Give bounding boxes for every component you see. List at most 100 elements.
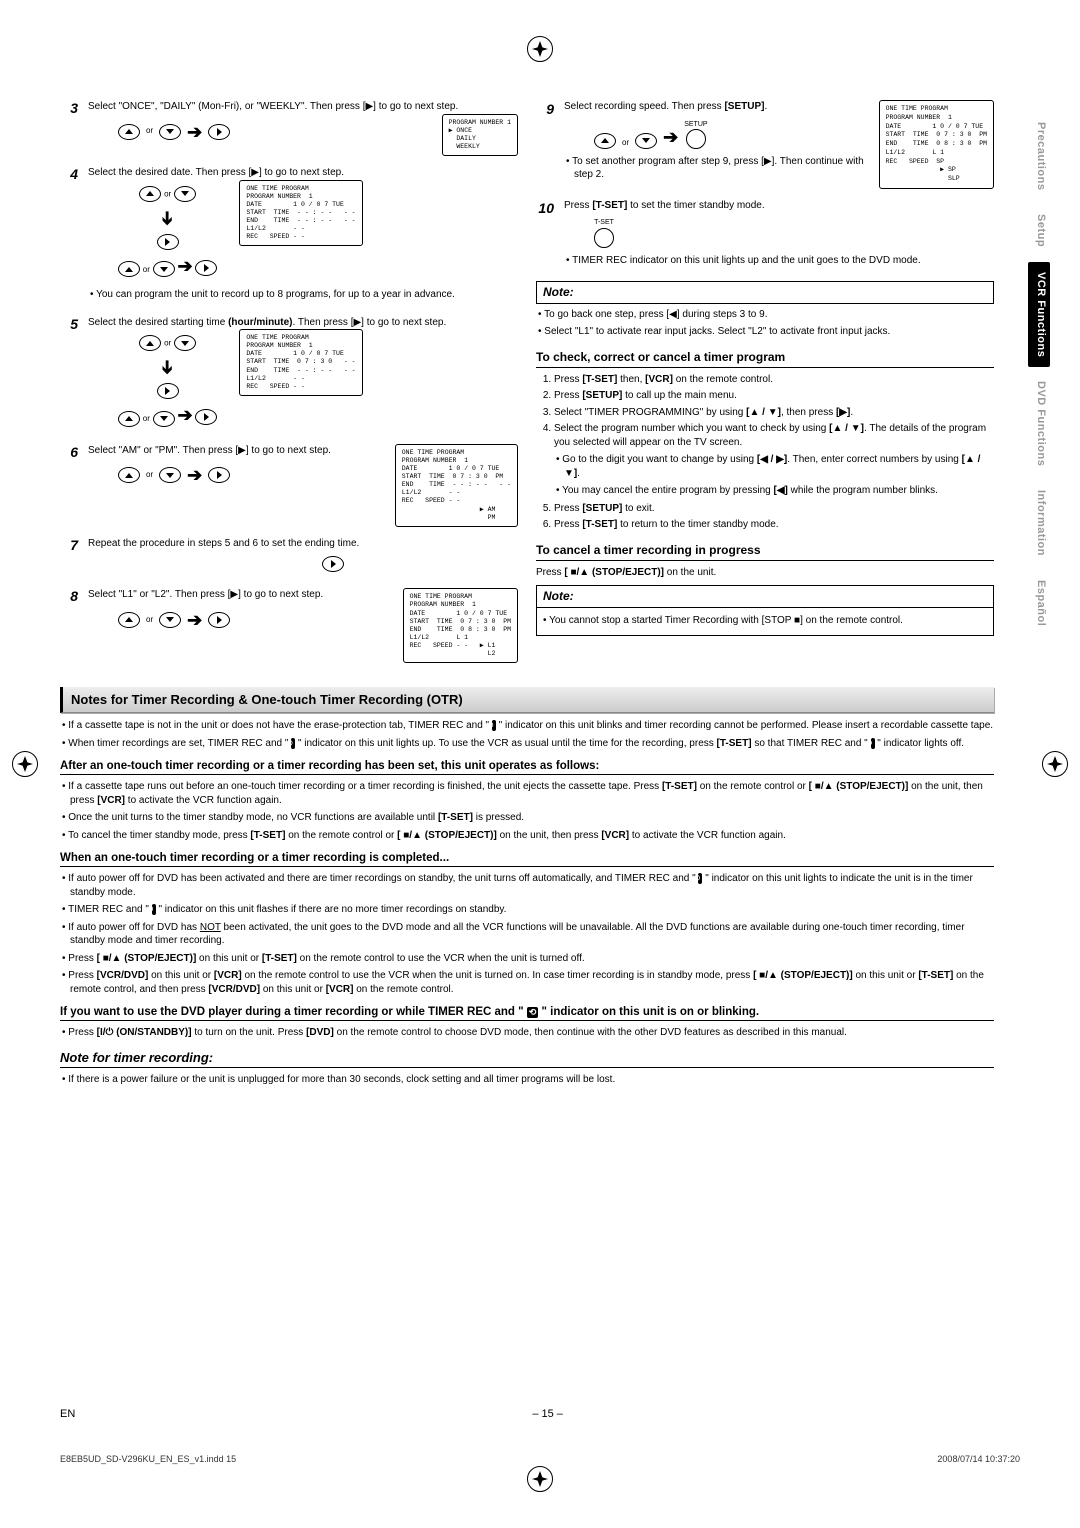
step-text: Select "ONCE", "DAILY" (Mon-Fri), or "WE… bbox=[88, 101, 458, 112]
left-column: 3 Select "ONCE", "DAILY" (Mon-Fri), or "… bbox=[60, 100, 518, 673]
step-7: 7 Repeat the procedure in steps 5 and 6 … bbox=[60, 537, 518, 579]
note2-box: You cannot stop a started Timer Recordin… bbox=[536, 607, 994, 637]
bullet: If auto power off for DVD has NOT been a… bbox=[60, 921, 994, 948]
tab-vcr-functions: VCR Functions bbox=[1028, 262, 1050, 367]
note-box: To go back one step, press [◀] during st… bbox=[536, 303, 994, 339]
play-button-icon bbox=[322, 556, 344, 572]
setup-label: SETUP bbox=[684, 120, 707, 129]
crop-mark-top bbox=[527, 36, 553, 62]
tab-espanol: Español bbox=[1028, 570, 1050, 636]
step4-bullet: You can program the unit to record up to… bbox=[88, 288, 518, 302]
step-text: Select recording speed. Then press bbox=[564, 101, 724, 112]
down-button-icon bbox=[159, 124, 181, 140]
step-8: 8 Select "L1" or "L2". Then press [▶] to… bbox=[60, 588, 518, 663]
tab-setup: Setup bbox=[1028, 204, 1050, 257]
list-item: Press [SETUP] to exit. bbox=[554, 502, 994, 516]
list-item: Press [SETUP] to call up the main menu. bbox=[554, 389, 994, 403]
note-timer-bullet: If there is a power failure or the unit … bbox=[60, 1073, 994, 1087]
step-text: . Then press [▶] to go to next step. bbox=[293, 317, 447, 328]
side-tabs: Precautions Setup VCR Functions DVD Func… bbox=[1028, 112, 1050, 637]
bullet: Once the unit turns to the timer standby… bbox=[60, 811, 994, 825]
bullet: When timer recordings are set, TIMER REC… bbox=[60, 737, 994, 751]
step-text: Repeat the procedure in steps 5 and 6 to… bbox=[88, 538, 359, 549]
bullet: Press [ ■/▲ (STOP/EJECT)] on this unit o… bbox=[60, 952, 994, 966]
step-text: Select "L1" or "L2". Then press [▶] to g… bbox=[88, 589, 323, 600]
right-column: 9 Select recording speed. Then press [SE… bbox=[536, 100, 1020, 673]
print-file: E8EB5UD_SD-V296KU_EN_ES_v1.indd 15 bbox=[60, 1454, 236, 1464]
down-button-icon bbox=[153, 261, 175, 277]
footer: EN – 15 – bbox=[60, 1407, 1020, 1420]
bullet: If a cassette tape is not in the unit or… bbox=[60, 719, 994, 733]
list-item: Select the program number which you want… bbox=[554, 422, 994, 498]
note-bullet: To go back one step, press [◀] during st… bbox=[536, 308, 994, 322]
bullet: Press [VCR/DVD] on this unit or [VCR] on… bbox=[60, 969, 994, 996]
bullet: If a cassette tape runs out before an on… bbox=[60, 780, 994, 807]
play-button-icon bbox=[157, 383, 179, 399]
or-label: or bbox=[146, 126, 153, 137]
up-button-icon bbox=[118, 261, 140, 277]
step-text: . bbox=[764, 101, 767, 112]
arrow-right-icon: ➔ bbox=[187, 120, 202, 144]
note-header: Note: bbox=[536, 281, 994, 302]
page-columns: 3 Select "ONCE", "DAILY" (Mon-Fri), or "… bbox=[60, 100, 1020, 673]
sub2-header: When an one-touch timer recording or a t… bbox=[60, 852, 994, 867]
bullet: Press [I/⏻ (ON/STANDBY)] to turn on the … bbox=[60, 1026, 994, 1040]
bold: (hour/minute) bbox=[228, 317, 292, 328]
osd-step3: PROGRAM NUMBER 1 ▶ ONCE DAILY WEEKLY bbox=[442, 114, 518, 157]
bottom-section: Notes for Timer Recording & One-touch Ti… bbox=[60, 687, 1020, 1086]
print-date: 2008/07/14 10:37:20 bbox=[937, 1454, 1020, 1464]
notes-bar: Notes for Timer Recording & One-touch Ti… bbox=[60, 687, 994, 713]
step-4: 4 Select the desired date. Then press [▶… bbox=[60, 166, 518, 306]
up-button-icon bbox=[139, 335, 161, 351]
list-item: Select "TIMER PROGRAMMING" by using [▲ /… bbox=[554, 406, 994, 420]
tset-button-icon bbox=[594, 228, 614, 248]
step-text: Select the desired date. Then press [▶] … bbox=[88, 167, 344, 178]
step-number: 4 bbox=[60, 166, 88, 306]
step-number: 6 bbox=[60, 444, 88, 527]
note-timer-header: Note for timer recording: bbox=[60, 1050, 994, 1068]
tab-information: Information bbox=[1028, 480, 1050, 566]
arrow-down-icon: ➔ bbox=[156, 210, 180, 225]
osd-step6: ONE TIME PROGRAM PROGRAM NUMBER 1 DATE 1… bbox=[395, 444, 518, 527]
down-button-icon bbox=[174, 186, 196, 202]
step-text: Select "AM" or "PM". Then press [▶] to g… bbox=[88, 445, 331, 456]
step-text: Press bbox=[564, 200, 592, 211]
list-item: Press [T-SET] to return to the timer sta… bbox=[554, 518, 994, 532]
tab-dvd-functions: DVD Functions bbox=[1028, 371, 1050, 476]
print-line: E8EB5UD_SD-V296KU_EN_ES_v1.indd 15 2008/… bbox=[60, 1454, 1020, 1464]
step-number: 7 bbox=[60, 537, 88, 579]
step-text: Select the desired starting time bbox=[88, 317, 228, 328]
crop-mark-left bbox=[12, 751, 38, 777]
note-bullet: Select "L1" to activate rear input jacks… bbox=[536, 325, 994, 339]
step-number: 8 bbox=[60, 588, 88, 663]
check-header: To check, correct or cancel a timer prog… bbox=[536, 349, 994, 368]
step10-bullet: TIMER REC indicator on this unit lights … bbox=[564, 254, 994, 268]
page-number: – 15 – bbox=[532, 1408, 563, 1420]
crop-mark-right bbox=[1042, 751, 1068, 777]
step-number: 3 bbox=[60, 100, 88, 156]
sub3-header: If you want to use the DVD player during… bbox=[60, 1006, 994, 1021]
osd-step5: ONE TIME PROGRAM PROGRAM NUMBER 1 DATE 1… bbox=[239, 329, 362, 396]
bullet: If auto power off for DVD has been activ… bbox=[60, 872, 994, 899]
bold: [T-SET] bbox=[592, 200, 627, 211]
bullet: TIMER REC and " ⟲ " indicator on this un… bbox=[60, 903, 994, 917]
up-button-icon bbox=[139, 186, 161, 202]
check-list: Press [T-SET] then, [VCR] on the remote … bbox=[536, 373, 994, 532]
play-button-icon bbox=[157, 234, 179, 250]
step-10: 10 Press [T-SET] to set the timer standb… bbox=[536, 199, 994, 271]
osd-step9: ONE TIME PROGRAM PROGRAM NUMBER 1 DATE 1… bbox=[879, 100, 994, 189]
note2-header: Note: bbox=[536, 585, 994, 606]
note2-bullet: You cannot stop a started Timer Recordin… bbox=[541, 614, 989, 628]
osd-step8: ONE TIME PROGRAM PROGRAM NUMBER 1 DATE 1… bbox=[403, 588, 518, 663]
step-number: 10 bbox=[536, 199, 564, 271]
step-5: 5 Select the desired starting time (hour… bbox=[60, 316, 518, 434]
tset-label: T-SET bbox=[594, 218, 614, 227]
play-button-icon bbox=[208, 124, 230, 140]
cancel-text: Press [ ■/▲ (STOP/EJECT)] on the unit. bbox=[536, 566, 994, 580]
cancel-header: To cancel a timer recording in progress bbox=[536, 542, 994, 561]
list-item: Press [T-SET] then, [VCR] on the remote … bbox=[554, 373, 994, 387]
bullet: To cancel the timer standby mode, press … bbox=[60, 829, 994, 843]
step-number: 5 bbox=[60, 316, 88, 434]
tab-precautions: Precautions bbox=[1028, 112, 1050, 200]
step-number: 9 bbox=[536, 100, 564, 189]
